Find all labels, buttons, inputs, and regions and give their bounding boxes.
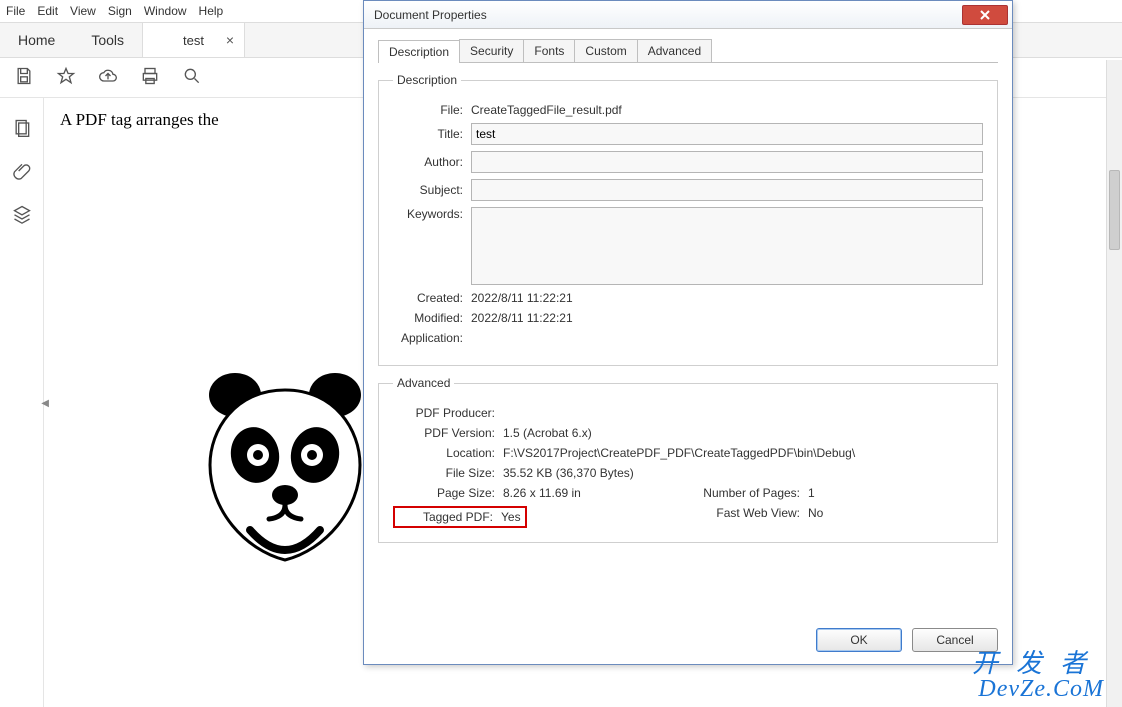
- tab-home[interactable]: Home: [0, 23, 73, 57]
- file-label: File:: [393, 103, 471, 117]
- producer-label: PDF Producer:: [393, 406, 503, 420]
- file-value: CreateTaggedFile_result.pdf: [471, 103, 622, 117]
- title-field[interactable]: [471, 123, 983, 145]
- save-icon[interactable]: [14, 66, 34, 89]
- close-icon[interactable]: ×: [226, 32, 234, 48]
- dialog-close-button[interactable]: [962, 5, 1008, 25]
- document-tab-title: test: [183, 33, 204, 48]
- fastweb-value: No: [808, 506, 823, 528]
- ok-button[interactable]: OK: [816, 628, 902, 652]
- created-label: Created:: [393, 291, 471, 305]
- filesize-label: File Size:: [393, 466, 503, 480]
- application-label: Application:: [393, 331, 471, 345]
- menu-sign[interactable]: Sign: [108, 4, 132, 18]
- tab-custom[interactable]: Custom: [574, 39, 637, 62]
- subject-label: Subject:: [393, 183, 471, 197]
- description-legend: Description: [393, 73, 461, 87]
- numpages-label: Number of Pages:: [688, 486, 808, 500]
- tab-description[interactable]: Description: [378, 40, 460, 63]
- tagged-label: Tagged PDF:: [399, 510, 501, 524]
- numpages-value: 1: [808, 486, 815, 500]
- author-field[interactable]: [471, 151, 983, 173]
- author-label: Author:: [393, 155, 471, 169]
- tab-security[interactable]: Security: [459, 39, 524, 62]
- keywords-label: Keywords:: [393, 207, 471, 221]
- side-panel: ◀: [0, 98, 44, 707]
- watermark-line1: 开发者: [972, 651, 1104, 677]
- pagesize-label: Page Size:: [393, 486, 503, 500]
- tagged-value: Yes: [501, 510, 521, 524]
- modified-label: Modified:: [393, 311, 471, 325]
- menu-help[interactable]: Help: [199, 4, 224, 18]
- pages-icon[interactable]: [12, 118, 32, 141]
- created-value: 2022/8/11 11:22:21: [471, 291, 573, 305]
- location-value: F:\VS2017Project\CreatePDF_PDF\CreateTag…: [503, 446, 855, 460]
- watermark-line2: DevZe.CoM: [972, 677, 1104, 701]
- fastweb-label: Fast Web View:: [688, 506, 808, 528]
- menu-file[interactable]: File: [6, 4, 25, 18]
- version-value: 1.5 (Acrobat 6.x): [503, 426, 592, 440]
- scrollbar[interactable]: [1106, 60, 1122, 707]
- document-tab[interactable]: test ×: [143, 23, 245, 57]
- dialog-titlebar[interactable]: Document Properties: [364, 1, 1012, 29]
- menu-view[interactable]: View: [70, 4, 96, 18]
- cloud-upload-icon[interactable]: [98, 66, 118, 89]
- menu-edit[interactable]: Edit: [37, 4, 58, 18]
- dialog-title: Document Properties: [374, 8, 487, 22]
- subject-field[interactable]: [471, 179, 983, 201]
- layers-icon[interactable]: [12, 204, 32, 227]
- advanced-group: Advanced PDF Producer: PDF Version: 1.5 …: [378, 376, 998, 543]
- document-body-text: A PDF tag arranges the: [60, 110, 360, 130]
- tagged-pdf-highlight: Tagged PDF: Yes: [393, 506, 527, 528]
- watermark: 开发者 DevZe.CoM: [972, 651, 1104, 701]
- dialog-tabs: Description Security Fonts Custom Advanc…: [378, 39, 998, 63]
- modified-value: 2022/8/11 11:22:21: [471, 311, 573, 325]
- collapse-icon[interactable]: ◀: [41, 398, 49, 409]
- document-properties-dialog: Document Properties Description Security…: [363, 0, 1013, 665]
- version-label: PDF Version:: [393, 426, 503, 440]
- panda-image: [200, 370, 370, 573]
- search-icon[interactable]: [182, 66, 202, 89]
- title-label: Title:: [393, 127, 471, 141]
- tab-advanced[interactable]: Advanced: [637, 39, 712, 62]
- keywords-field[interactable]: [471, 207, 983, 285]
- star-icon[interactable]: [56, 66, 76, 89]
- advanced-legend: Advanced: [393, 376, 454, 390]
- print-icon[interactable]: [140, 66, 160, 89]
- tab-fonts[interactable]: Fonts: [523, 39, 575, 62]
- attachments-icon[interactable]: [12, 161, 32, 184]
- description-group: Description File: CreateTaggedFile_resul…: [378, 73, 998, 366]
- tab-tools[interactable]: Tools: [73, 23, 142, 57]
- pagesize-value: 8.26 x 11.69 in: [503, 486, 581, 500]
- location-label: Location:: [393, 446, 503, 460]
- scrollbar-thumb[interactable]: [1109, 170, 1120, 250]
- page-area: A PDF tag arranges the: [60, 110, 360, 310]
- filesize-value: 35.52 KB (36,370 Bytes): [503, 466, 634, 480]
- menu-window[interactable]: Window: [144, 4, 187, 18]
